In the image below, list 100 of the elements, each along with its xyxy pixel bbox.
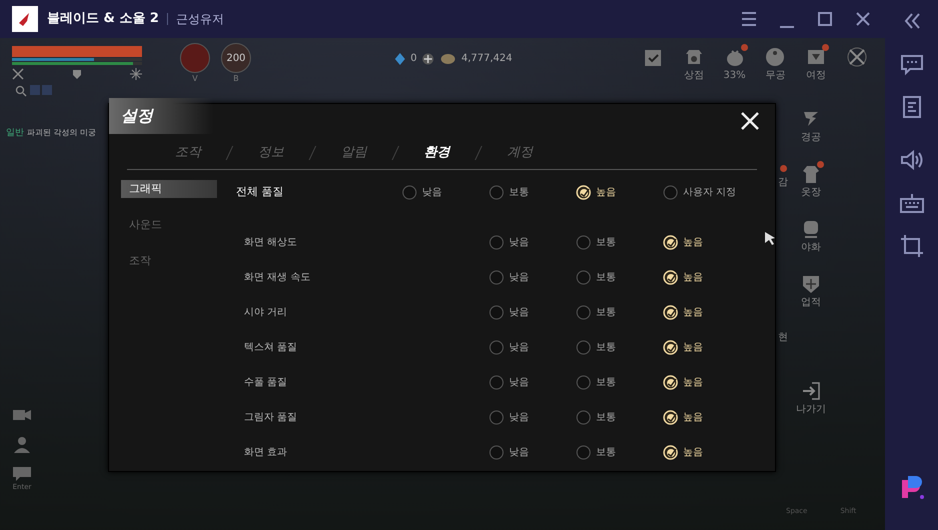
- chat-bubble-icon[interactable]: [12, 464, 32, 482]
- radio-option[interactable]: 보통: [576, 340, 663, 354]
- radio-option[interactable]: 보통: [576, 410, 663, 424]
- radio-icon: [663, 340, 678, 354]
- menu-label: 상점: [684, 69, 704, 83]
- menu-label: 무공: [765, 69, 786, 83]
- radio-option[interactable]: 낮음: [402, 184, 489, 200]
- radio-icon: [576, 340, 591, 354]
- radio-icon: [576, 234, 591, 250]
- radio-icon: [576, 184, 591, 200]
- menu-label: 여정: [806, 69, 826, 83]
- settings-tab[interactable]: 환경: [396, 143, 478, 163]
- radio-option[interactable]: 보통: [576, 304, 663, 320]
- radio-icon: [489, 340, 504, 354]
- radio-option[interactable]: 낮음: [489, 374, 576, 390]
- radio-option[interactable]: 높음: [663, 444, 763, 460]
- menu-label: 업적: [801, 296, 821, 310]
- radio-option[interactable]: 사용자 지정: [663, 184, 763, 200]
- menu-label: 옷장: [801, 186, 821, 200]
- setting-label: 화면 해상도: [243, 236, 298, 250]
- coin-amount: 4,777,424: [461, 52, 512, 66]
- radio-option[interactable]: 낮음: [489, 304, 576, 320]
- radio-option[interactable]: 낮음: [489, 410, 576, 424]
- buff-icon: [30, 85, 52, 96]
- game-logo: [12, 6, 38, 32]
- radio-option[interactable]: 보통: [576, 270, 663, 284]
- radio-icon: [489, 444, 504, 460]
- crossed-swords-icon[interactable]: [846, 46, 868, 68]
- star-icon: [130, 68, 142, 80]
- radio-icon: [576, 270, 591, 284]
- close-button[interactable]: [739, 110, 761, 132]
- hotkey-label: V: [192, 73, 198, 85]
- coin-pouch-icon: [440, 52, 456, 64]
- app-subtitle: 근성유저: [176, 11, 224, 28]
- menu-label: 33%: [723, 69, 746, 83]
- radio-option[interactable]: 높음: [663, 304, 763, 320]
- radio-option[interactable]: 보통: [576, 374, 663, 390]
- radio-option[interactable]: 보통: [489, 184, 576, 200]
- crop-button[interactable]: [898, 233, 924, 259]
- radio-option[interactable]: 보통: [576, 444, 663, 460]
- radio-option[interactable]: 높음: [663, 270, 763, 284]
- radio-icon: [489, 184, 504, 200]
- crystal-icon: [395, 52, 405, 64]
- exit-icon[interactable]: [800, 380, 822, 402]
- menu-label: 야화: [801, 241, 821, 255]
- shield-icon: [71, 68, 83, 80]
- radio-icon: [663, 304, 678, 320]
- setting-label: 수풀 품질: [243, 376, 288, 390]
- volume-button[interactable]: [898, 147, 924, 173]
- radio-icon: [663, 270, 678, 284]
- chat-message: 파괴된 각성의 미궁: [26, 127, 96, 139]
- cursor-icon: [764, 231, 776, 245]
- setting-label: 전체 품질: [236, 184, 284, 200]
- category-item[interactable]: 그래픽: [121, 180, 217, 198]
- radio-icon: [489, 304, 504, 320]
- radio-icon: [576, 304, 591, 320]
- radio-option[interactable]: 낮음: [489, 444, 576, 460]
- setting-label: 화면 효과: [243, 446, 288, 460]
- radio-option[interactable]: 높음: [576, 184, 663, 200]
- radio-option[interactable]: 보통: [576, 234, 663, 250]
- radio-icon: [576, 374, 591, 390]
- hotkey-label: B: [233, 73, 239, 85]
- radio-icon: [663, 444, 678, 460]
- shield-icon[interactable]: [800, 273, 822, 295]
- radio-option[interactable]: 낮음: [489, 234, 576, 250]
- volume-icon: [898, 147, 924, 173]
- menu-label: 나가기: [796, 403, 826, 417]
- radio-option[interactable]: 높음: [663, 234, 763, 250]
- radio-icon: [489, 234, 504, 250]
- setting-label: 화면 재생 속도: [243, 270, 312, 284]
- radio-icon: [402, 184, 417, 200]
- menu-label: 감: [778, 176, 788, 190]
- radio-option[interactable]: 낮음: [489, 340, 576, 354]
- radio-option[interactable]: 높음: [663, 410, 763, 424]
- app-title: 블레이드 & 소울 2: [47, 10, 159, 28]
- person-icon[interactable]: [12, 435, 32, 453]
- radio-icon: [489, 374, 504, 390]
- close-icon: [739, 110, 761, 132]
- robe-icon[interactable]: [800, 163, 822, 185]
- dialog-title: 설정: [109, 98, 213, 134]
- radio-option[interactable]: 높음: [663, 340, 763, 354]
- setting-label: 텍스쳐 품질: [243, 340, 298, 354]
- radio-icon: [489, 270, 504, 284]
- setting-label: 그림자 품질: [243, 410, 298, 424]
- maximize-button[interactable]: [815, 9, 835, 29]
- radio-option[interactable]: 높음: [663, 374, 763, 390]
- radio-option[interactable]: 낮음: [489, 270, 576, 284]
- chat-channel: 일반: [6, 127, 24, 140]
- add-icon[interactable]: [422, 52, 434, 64]
- radio-icon: [663, 410, 678, 424]
- crystal-amount: 0: [410, 52, 417, 66]
- menu-label: 경공: [801, 131, 821, 145]
- radio-icon: [663, 234, 678, 250]
- radio-icon: [576, 410, 591, 424]
- minimize-icon: [777, 25, 797, 29]
- radio-icon: [663, 184, 678, 200]
- menu-label: 현: [778, 330, 788, 344]
- radio-icon: [489, 410, 504, 424]
- radio-icon: [576, 444, 591, 460]
- menu-button[interactable]: [739, 9, 759, 29]
